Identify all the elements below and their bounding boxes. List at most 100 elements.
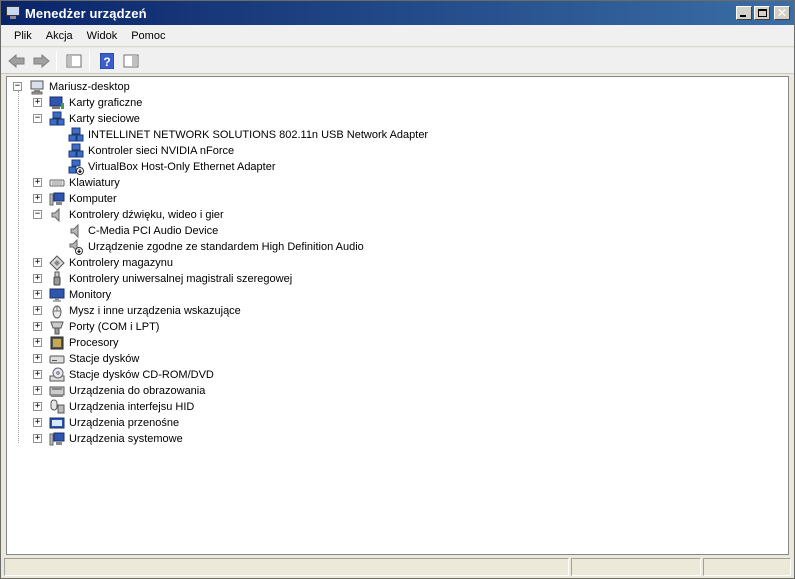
tree-item-label: C-Media PCI Audio Device [88,225,219,237]
tree-device[interactable]: C-Media PCI Audio Device [7,223,787,239]
minimize-button[interactable] [736,6,752,20]
forward-button[interactable] [30,50,52,72]
title-bar[interactable]: Menedżer urządzeń ✕ [1,1,794,25]
imaging-device-icon [49,383,65,399]
tree-category[interactable]: + Urządzenia systemowe [7,431,787,447]
tree-category[interactable]: + Stacje dysków CD-ROM/DVD [7,367,787,383]
window-title: Menedżer urządzeń [25,5,147,21]
tree-category[interactable]: + Stacje dysków [7,351,787,367]
speaker-disabled-icon [68,238,84,255]
tree-category[interactable]: + Kontrolery magazynu [7,255,787,271]
tree-item-label: Stacje dysków CD-ROM/DVD [69,369,214,381]
tree-item-label: Urządzenia systemowe [69,433,183,445]
network-adapter-icon [68,143,84,159]
menu-view[interactable]: Widok [80,26,125,46]
menu-help[interactable]: Pomoc [124,26,172,46]
close-button[interactable]: ✕ [774,6,790,20]
maximize-icon [758,9,767,17]
back-arrow-icon [8,53,25,68]
expand-toggle[interactable]: + [33,386,42,395]
collapse-toggle[interactable]: − [33,114,42,123]
tree-category[interactable]: + Karty graficzne [7,95,787,111]
tree-item-label: INTELLINET NETWORK SOLUTIONS 802.11n USB… [88,129,429,141]
disk-drive-icon [49,351,65,367]
menu-action[interactable]: Akcja [39,26,80,46]
device-tree[interactable]: − Mariusz-desktop + Karty graficzne − Karty s… [6,76,789,555]
tree-category[interactable]: + Klawiatury [7,175,787,191]
cdrom-icon [49,367,65,383]
expand-toggle[interactable]: + [33,322,42,331]
status-panel [703,558,791,576]
tree-item-label: Mariusz-desktop [49,81,130,93]
tree-category[interactable]: − Karty sieciowe [7,111,787,127]
network-adapter-disabled-icon [68,159,84,175]
expand-toggle[interactable]: + [33,338,42,347]
collapse-toggle[interactable]: − [13,82,22,91]
tree-item-label: Urządzenia interfejsu HID [69,401,195,413]
usb-icon [49,271,65,287]
help-button[interactable]: ? [96,50,118,72]
tree-category[interactable]: + Procesory [7,335,787,351]
expand-toggle[interactable]: + [33,274,42,283]
tree-category[interactable]: + Porty (COM i LPT) [7,319,787,335]
tree-category[interactable]: − Kontrolery dźwięku, wideo i gier [7,207,787,223]
tree-category[interactable]: + Komputer [7,191,787,207]
tree-category[interactable]: + Monitory [7,287,787,303]
menu-bar: Plik Akcja Widok Pomoc [1,25,794,47]
forward-arrow-icon [33,53,50,68]
tree-device[interactable]: INTELLINET NETWORK SOLUTIONS 802.11n USB… [7,127,787,143]
collapse-toggle[interactable]: − [33,210,42,219]
device-manager-window: Menedżer urządzeń ✕ Plik Akcja Widok Pom… [0,0,795,579]
maximize-button[interactable] [754,6,770,20]
expand-toggle[interactable]: + [33,178,42,187]
tree-item-label: Kontrolery uniwersalnej magistrali szere… [69,273,293,285]
tree-category[interactable]: + Urządzenia interfejsu HID [7,399,787,415]
tree-category[interactable]: + Kontrolery uniwersalnej magistrali szer… [7,271,787,287]
computer-icon [49,191,65,207]
tree-category[interactable]: + Mysz i inne urządzenia wskazujące [7,303,787,319]
status-panel [4,558,569,576]
tree-device[interactable]: Kontroler sieci NVIDIA nForce [7,143,787,159]
tree-root[interactable]: − Mariusz-desktop [7,79,787,95]
status-panel [571,558,701,576]
show-hide-tree-icon [66,54,82,67]
tree-item-label: Procesory [69,337,119,349]
properties-button[interactable] [120,50,142,72]
toolbar: ? [1,48,794,74]
monitor-icon [49,287,65,303]
toolbar-separator [56,50,57,71]
tree-category[interactable]: + Urządzenia przenośne [7,415,787,431]
expand-toggle[interactable]: + [33,290,42,299]
tree-item-label: VirtualBox Host-Only Ethernet Adapter [88,161,276,173]
expand-toggle[interactable]: + [33,418,42,427]
tree-item-label: Urządzenia do obrazowania [69,385,206,397]
expand-toggle[interactable]: + [33,258,42,267]
expand-toggle[interactable]: + [33,306,42,315]
expand-toggle[interactable]: + [33,402,42,411]
help-icon: ? [100,52,114,69]
menu-file[interactable]: Plik [7,26,39,46]
back-button[interactable] [6,50,28,72]
computer-root-icon [29,79,45,95]
expand-toggle[interactable]: + [33,434,42,443]
tree-item-label: Klawiatury [69,177,120,189]
tree-device[interactable]: VirtualBox Host-Only Ethernet Adapter [7,159,787,175]
tree-item-label: Kontrolery magazynu [69,257,173,269]
tree-item-label: Karty graficzne [69,97,143,109]
close-icon: ✕ [777,6,788,20]
tree-item-label: Mysz i inne urządzenia wskazujące [69,305,241,317]
expand-toggle[interactable]: + [33,354,42,363]
toolbar-separator [89,50,90,71]
portable-device-icon [49,415,65,431]
tree-device[interactable]: Urządzenie zgodne ze standardem High Def… [7,238,787,255]
tree-item-label: Kontrolery dźwięku, wideo i gier [69,209,224,221]
properties-icon [123,54,139,67]
hid-icon [49,399,65,415]
tree-category[interactable]: + Urządzenia do obrazowania [7,383,787,399]
tree-item-label: Urządzenie zgodne ze standardem High Def… [88,241,364,253]
minimize-icon [740,15,746,17]
expand-toggle[interactable]: + [33,370,42,379]
show-hide-tree-button[interactable] [63,50,85,72]
expand-toggle[interactable]: + [33,98,42,107]
expand-toggle[interactable]: + [33,194,42,203]
